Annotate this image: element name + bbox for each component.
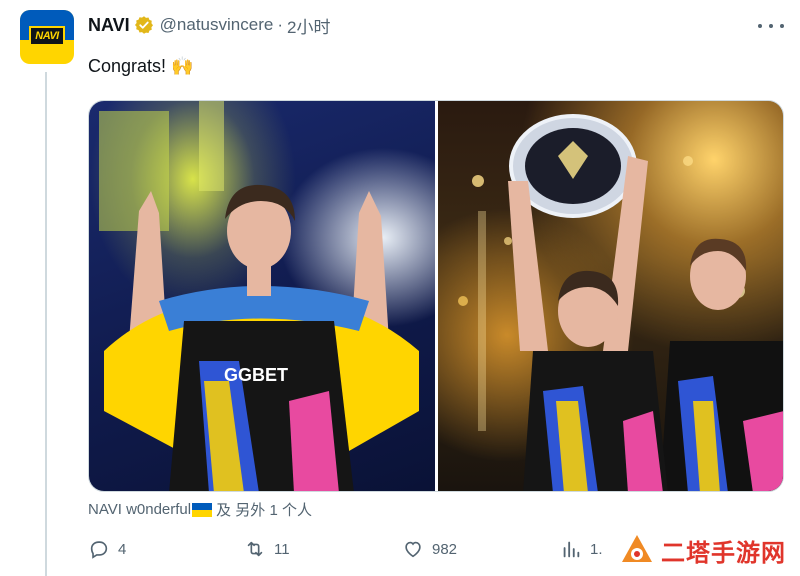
like-button[interactable]: 982 (402, 538, 457, 560)
separator-dot: · (277, 15, 283, 34)
reply-icon (90, 541, 108, 559)
author-name[interactable]: NAVI (88, 15, 130, 36)
verified-badge-icon[interactable] (134, 15, 154, 35)
media-grid: GGBET (88, 100, 784, 492)
tagged-primary[interactable]: NAVI w0nderful (88, 501, 191, 518)
views-count: 1. (590, 540, 603, 558)
tweet-header: NAVI @natusvincere · 2小时 (88, 13, 330, 37)
photo-left-illustration: GGBET (99, 101, 419, 491)
thread-line (45, 72, 47, 576)
photo-player-waving[interactable]: GGBET (89, 101, 435, 491)
more-icon[interactable] (758, 18, 784, 34)
reply-button[interactable]: 4 (88, 538, 126, 560)
photo-trophy-lift[interactable] (437, 101, 783, 491)
tweet-time[interactable]: 2小时 (287, 13, 330, 38)
repost-count: 11 (274, 540, 290, 558)
tagged-others[interactable]: 及 另外 1 个人 (216, 499, 312, 520)
like-icon (405, 541, 421, 558)
watermark-logo-icon (622, 535, 652, 562)
reply-count: 4 (118, 540, 127, 558)
views-icon (563, 541, 580, 558)
photo-right-illustration (457, 114, 783, 491)
watermark: 二塔手游网 (615, 530, 790, 570)
author-handle[interactable]: @natusvincere (160, 15, 274, 35)
watermark-text: 二塔手游网 (661, 539, 786, 567)
views-button[interactable]: 1. (560, 538, 603, 560)
avatar[interactable]: NAVI (20, 10, 74, 64)
repost-icon (247, 541, 263, 557)
ukraine-flag-icon (192, 502, 213, 517)
jersey-sponsor-text: GGBET (224, 365, 288, 385)
avatar-logo: NAVI (29, 26, 65, 46)
like-count: 982 (432, 540, 458, 558)
tagged-users[interactable]: NAVI w0nderful 及 另外 1 个人 (88, 499, 312, 520)
tweet-text: Congrats! 🙌 (88, 56, 194, 76)
repost-button[interactable]: 11 (244, 538, 290, 560)
